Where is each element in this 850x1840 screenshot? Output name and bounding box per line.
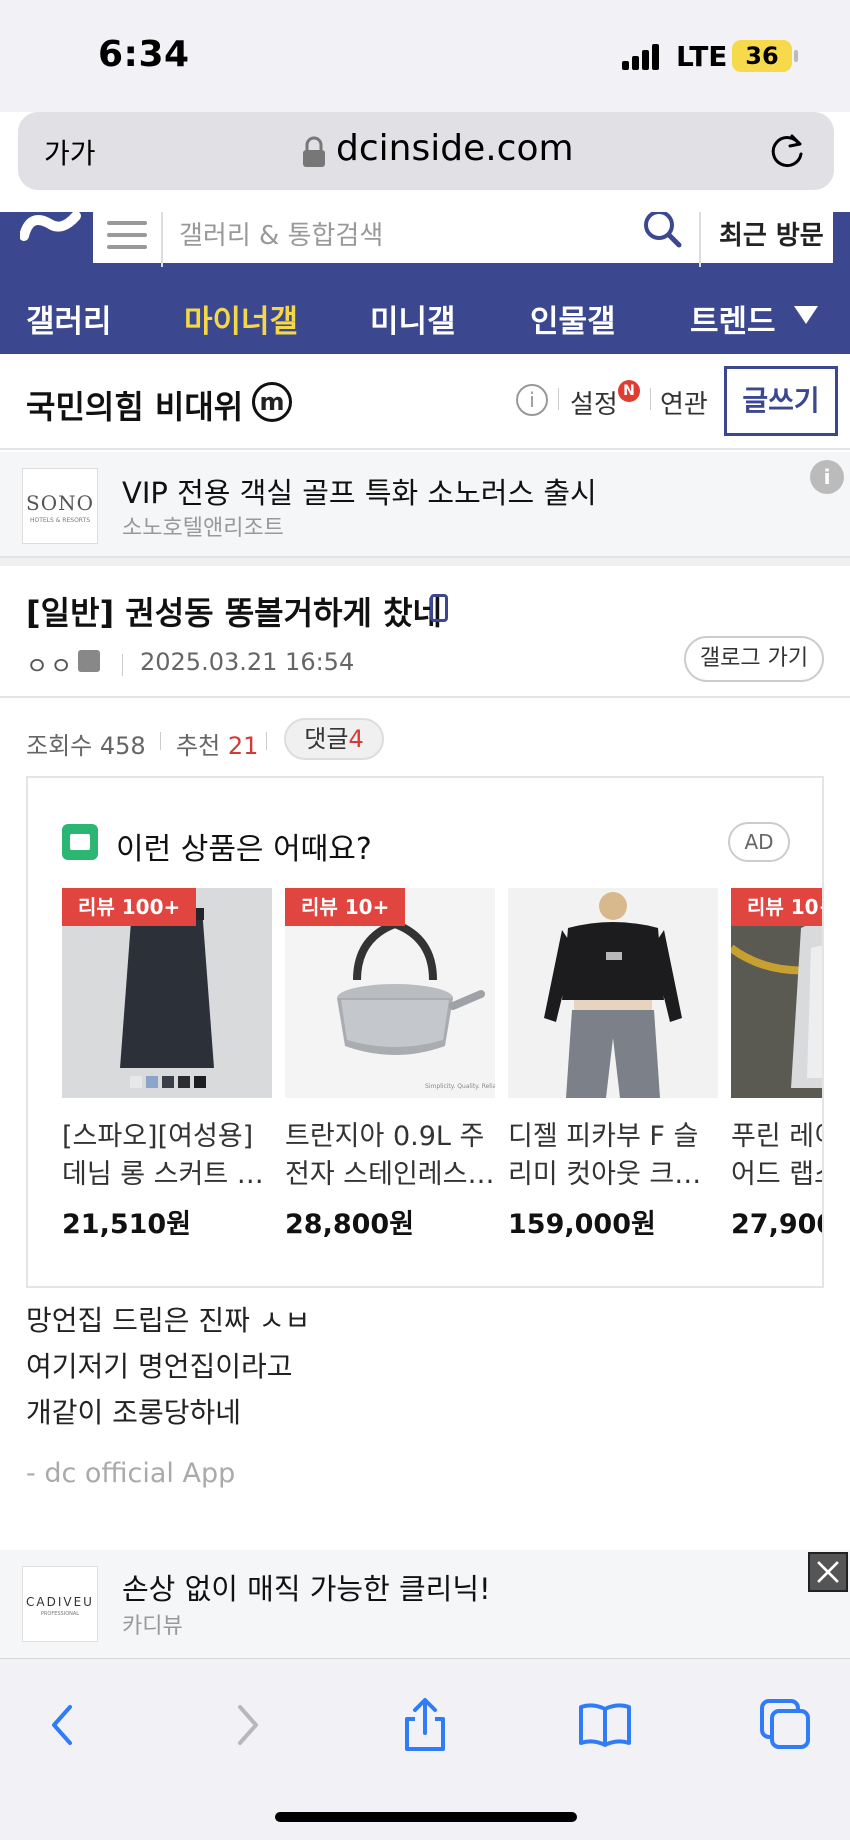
ad-badge[interactable]: AD <box>728 822 790 862</box>
product-card[interactable]: 디젤 피카부 F 슬 리미 컷아웃 크롭 니트 159,000원 <box>508 888 718 1241</box>
nav-expand-icon[interactable] <box>794 306 818 324</box>
product-image[interactable]: 리뷰 100+ <box>62 888 272 1098</box>
bookmarks-icon[interactable] <box>575 1695 635 1755</box>
signal-icon <box>622 44 662 70</box>
mobile-post-icon <box>430 594 448 622</box>
product-price: 159,000원 <box>508 1209 656 1240</box>
view-count: 조회수 458 <box>26 732 146 760</box>
search-box[interactable]: 갤러리 & 통합검색 최근 방문 <box>90 212 836 267</box>
post-date: 2025.03.21 16:54 <box>140 648 355 676</box>
recent-visit-button[interactable]: 최근 방문 <box>719 215 824 252</box>
gallery-nav: 갤러리 마이너갤 미니갤 인물갤 트렌드 <box>0 276 850 354</box>
nav-item-trend[interactable]: 트렌드 <box>690 296 776 341</box>
url-text[interactable]: dcinside.com <box>336 128 574 169</box>
review-badge: 리뷰 10+ <box>285 888 406 926</box>
write-button[interactable]: 글쓰기 <box>724 366 838 436</box>
forward-icon[interactable] <box>216 1695 276 1755</box>
review-badge: 리뷰 10+ <box>731 888 822 926</box>
svg-text:Simplicity. Quality. Reliabili: Simplicity. Quality. Reliability. <box>425 1083 495 1090</box>
product-name[interactable]: [스파오][여성용] 데님 롱 스커트 (SPWHE24 <box>62 1118 272 1194</box>
product-image[interactable]: 리뷰 10+ <box>731 888 822 1098</box>
post-body-line: 여기저기 명언집이라고 <box>26 1350 293 1383</box>
comment-count-button[interactable]: 댓글4 <box>284 718 384 760</box>
ad-advertiser: 소노호텔앤리조트 <box>122 516 284 541</box>
product-price: 27,900원 <box>731 1209 822 1240</box>
product-card[interactable]: 리뷰 100+ [스파오][여성용] 데님 롱 스커트 (SPWHE24 21,… <box>62 888 272 1241</box>
nav-item-person-gallery[interactable]: 인물갤 <box>530 296 616 341</box>
menu-icon[interactable] <box>107 221 147 251</box>
close-ad-icon[interactable] <box>808 1552 848 1592</box>
recommend-count: 추천 21 <box>176 732 259 760</box>
gallery-title[interactable]: 국민의힘 비대위 <box>26 382 243 428</box>
reload-icon[interactable] <box>766 130 808 172</box>
sono-logo: SONO HOTELS & RESORTS <box>22 468 98 544</box>
tabs-icon[interactable] <box>756 1695 816 1755</box>
nav-item-minor-gallery[interactable]: 마이너갤 <box>184 296 298 341</box>
product-recommendation-box: 이런 상품은 어때요? AD 리뷰 100+ [스파오][여성용] 데님 롱 스… <box>26 776 824 1288</box>
ad-title[interactable]: 손상 없이 매직 가능한 클리닉! <box>122 1566 491 1608</box>
status-bar: 6:34 LTE 36 <box>0 0 850 112</box>
shopping-bag-icon <box>62 824 98 860</box>
home-indicator <box>275 1812 577 1822</box>
product-name[interactable]: 푸린 레이 어드 랩스 <box>731 1118 822 1194</box>
dc-logo-icon[interactable] <box>20 212 82 252</box>
nav-item-mini-gallery[interactable]: 미니갤 <box>370 296 456 341</box>
battery-tip <box>794 50 798 62</box>
related-link[interactable]: 연관 <box>660 384 708 421</box>
product-price: 28,800원 <box>285 1209 415 1240</box>
network-label: LTE <box>676 40 728 73</box>
post-title: [일반] 권성동 똥볼거하게 찼네 <box>26 594 442 632</box>
ad-title[interactable]: VIP 전용 객실 골프 특화 소노러스 출시 <box>122 470 597 512</box>
search-input[interactable]: 갤러리 & 통합검색 <box>179 215 383 252</box>
post-writer[interactable]: ㅇㅇ <box>26 646 74 681</box>
lock-icon <box>303 136 325 167</box>
info-icon[interactable]: i <box>516 384 548 416</box>
share-icon[interactable] <box>395 1695 455 1755</box>
battery-icon: 36 <box>732 40 792 72</box>
ad-info-icon[interactable]: i <box>810 460 844 494</box>
cadiveu-logo: CADIVEU PROFESSIONAL <box>22 1566 98 1642</box>
product-image[interactable]: Simplicity. Quality. Reliability. 리뷰 10+ <box>285 888 495 1098</box>
product-price: 21,510원 <box>62 1209 192 1240</box>
bottom-ad-banner[interactable]: CADIVEU PROFESSIONAL 손상 없이 매직 가능한 클리닉! 카… <box>0 1550 850 1658</box>
ad-advertiser: 카디뷰 <box>122 1614 183 1639</box>
gallog-button[interactable]: 갤로그 가기 <box>684 636 824 682</box>
post-body-line: 개같이 조롱당하네 <box>26 1396 241 1429</box>
app-signature: - dc official App <box>26 1458 236 1489</box>
search-icon[interactable] <box>641 212 683 249</box>
page-settings-button[interactable]: 가가 <box>44 132 96 172</box>
new-badge: N <box>618 380 640 402</box>
post-body: 망언집 드립은 진짜 ㅅㅂ 여기저기 명언집이라고 개같이 조롱당하네 <box>26 1298 310 1436</box>
minor-gallery-badge: m <box>252 382 292 422</box>
site-header: 갤러리 & 통합검색 최근 방문 <box>0 212 850 276</box>
post-header: [일반] 권성동 똥볼거하게 찼네 ㅇㅇ 2025.03.21 16:54 갤로… <box>0 558 850 698</box>
status-time: 6:34 <box>98 34 190 75</box>
product-name[interactable]: 트란지아 0.9L 주 전자 스테인레스 캠핑 <box>285 1118 495 1194</box>
gallery-title-row: 국민의힘 비대위 m i 설정 N 연관 글쓰기 <box>0 354 850 450</box>
recommendation-title: 이런 상품은 어때요? <box>116 832 372 867</box>
product-card[interactable]: Simplicity. Quality. Reliability. 리뷰 10+… <box>285 888 495 1241</box>
review-badge: 리뷰 100+ <box>62 888 197 926</box>
product-image[interactable] <box>508 888 718 1098</box>
nav-item-gallery[interactable]: 갤러리 <box>26 296 112 341</box>
product-name[interactable]: 디젤 피카부 F 슬 리미 컷아웃 크롭 니트 <box>508 1118 718 1194</box>
post-body-line: 망언집 드립은 진짜 ㅅㅂ <box>26 1304 311 1337</box>
product-card[interactable]: 리뷰 10+ 푸린 레이 어드 랩스 27,900원 <box>731 888 822 1241</box>
back-icon[interactable] <box>34 1695 94 1755</box>
address-bar[interactable]: 가가 dcinside.com <box>18 112 834 190</box>
writer-type-icon <box>78 650 100 672</box>
top-ad-banner[interactable]: SONO HOTELS & RESORTS VIP 전용 객실 골프 특화 소노… <box>0 452 850 558</box>
settings-link[interactable]: 설정 <box>570 384 618 421</box>
